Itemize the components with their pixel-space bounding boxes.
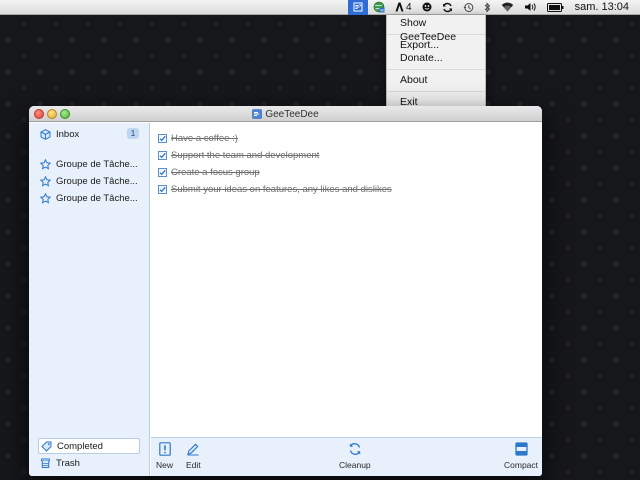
task-checkbox[interactable]	[158, 168, 167, 177]
checkmark-icon	[159, 135, 166, 142]
inbox-count-badge: 1	[127, 128, 139, 139]
new-button-label: New	[156, 460, 174, 470]
sidebar-item-trash[interactable]: Trash	[29, 455, 150, 471]
task-text: Create a focus group	[171, 167, 260, 178]
sidebar-item-group-3[interactable]: Groupe de Tâche...	[29, 190, 150, 206]
bluetooth-icon[interactable]	[479, 0, 496, 15]
star-icon	[40, 192, 51, 204]
sidebar-item-label: Completed	[57, 440, 103, 452]
wifi-icon[interactable]	[496, 0, 519, 15]
cleanup-button[interactable]: Cleanup	[339, 442, 371, 470]
window-title-area: GeeTeeDee	[29, 106, 542, 122]
new-task-icon	[158, 442, 171, 456]
edit-button-label: Edit	[186, 460, 201, 470]
menu-bar-clock[interactable]: sam. 13:04	[569, 0, 634, 15]
task-list: Have a coffee :) Support the team and de…	[151, 123, 542, 437]
cleanup-icon	[349, 443, 361, 455]
task-item[interactable]: Submit your ideas on features, any likes…	[158, 183, 392, 196]
star-icon	[40, 158, 51, 170]
cube-icon	[40, 128, 51, 140]
sidebar-item-label: Groupe de Tâche...	[56, 158, 138, 170]
compact-button[interactable]: Compact	[504, 442, 538, 470]
checkmark-icon	[159, 186, 166, 193]
sidebar-item-completed[interactable]: Completed	[38, 438, 140, 454]
sidebar-item-inbox[interactable]: Inbox 1	[29, 126, 150, 142]
sidebar-item-label: Trash	[56, 457, 80, 469]
sidebar-item-group-1[interactable]: Groupe de Tâche...	[29, 156, 150, 172]
checkmark-icon	[159, 169, 166, 176]
task-checkbox[interactable]	[158, 151, 167, 160]
time-machine-icon[interactable]	[458, 0, 479, 15]
tag-icon	[41, 441, 52, 452]
menu-item-show-geeteedee[interactable]: Show GeeTeeDee	[387, 16, 485, 43]
menu-bar: w 4 sam. 13:04	[0, 0, 640, 15]
sidebar: Inbox 1 Groupe de Tâche... Groupe de Tâc…	[29, 123, 150, 476]
task-item[interactable]: Have a coffee :)	[158, 132, 238, 145]
task-item[interactable]: Create a focus group	[158, 166, 260, 179]
compact-icon	[514, 442, 528, 456]
sidebar-item-label: Groupe de Tâche...	[56, 175, 138, 187]
menu-item-about[interactable]: About	[387, 74, 485, 87]
adobe-updater-icon[interactable]: 4	[390, 0, 417, 15]
menu-separator	[387, 69, 485, 70]
sidebar-item-label: Inbox	[56, 128, 80, 140]
task-text: Submit your ideas on features, any likes…	[171, 184, 392, 195]
new-button[interactable]: New	[156, 442, 173, 470]
window-title: GeeTeeDee	[265, 108, 319, 120]
menu-item-export[interactable]: Export...	[387, 39, 485, 52]
sidebar-item-label: Groupe de Tâche...	[56, 192, 138, 204]
edit-button[interactable]: Edit	[186, 442, 201, 470]
cleanup-button-label: Cleanup	[339, 460, 371, 470]
bottom-toolbar: New Edit Cleanup Compact	[151, 437, 542, 476]
menu-item-donate[interactable]: Donate...	[387, 52, 485, 65]
title-bar[interactable]: GeeTeeDee	[29, 106, 542, 122]
sync-icon[interactable]	[437, 0, 458, 15]
compact-button-label: Compact	[504, 460, 539, 470]
app-icon	[252, 109, 263, 119]
trash-icon	[41, 458, 50, 468]
task-text: Support the team and development	[171, 150, 320, 161]
app-window: GeeTeeDee Inbox 1 Groupe de Tâche... Gro…	[29, 106, 542, 476]
task-text: Have a coffee :)	[171, 133, 238, 144]
adobe-updater-count: 4	[406, 1, 412, 13]
pencil-icon	[187, 443, 199, 456]
volume-icon[interactable]	[519, 0, 542, 15]
task-checkbox[interactable]	[158, 185, 167, 194]
task-item[interactable]: Support the team and development	[158, 149, 319, 162]
task-checkbox[interactable]	[158, 134, 167, 143]
star-icon	[40, 175, 51, 187]
sidebar-item-group-2[interactable]: Groupe de Tâche...	[29, 173, 150, 189]
checkmark-icon	[159, 152, 166, 159]
menu-separator	[387, 91, 485, 92]
battery-icon[interactable]	[542, 0, 569, 15]
globe-status-icon[interactable]: w	[368, 0, 390, 15]
circle-face-icon[interactable]	[417, 0, 437, 15]
status-menu: Show GeeTeeDee Export... Donate... About…	[386, 15, 486, 113]
geeteedee-status-icon[interactable]	[348, 0, 369, 15]
